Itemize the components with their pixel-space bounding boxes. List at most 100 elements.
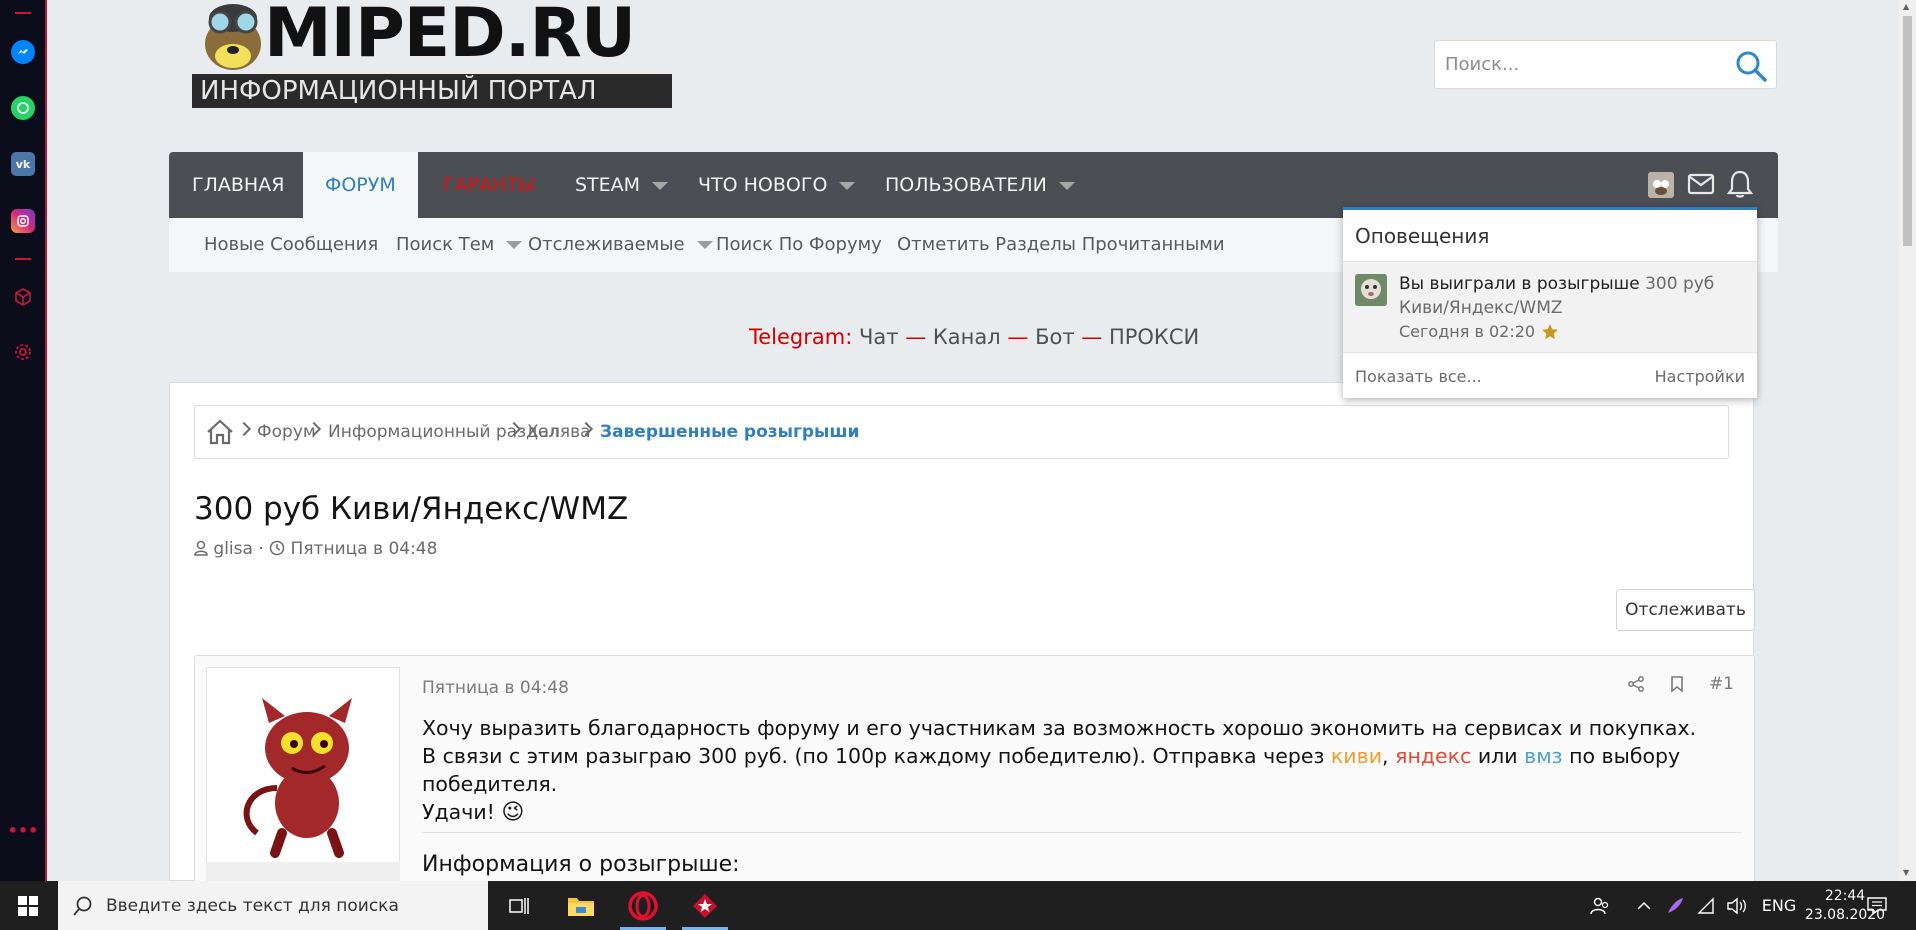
bookmark-icon[interactable] xyxy=(1669,675,1685,693)
post-timestamp[interactable]: Пятница в 04:48 xyxy=(422,678,569,698)
subnav-search-threads-label: Поиск Тем xyxy=(396,234,495,255)
subnav-search-forum[interactable]: Поиск По Форуму xyxy=(716,218,882,272)
mascot-icon xyxy=(205,4,261,70)
telegram-prefix: Telegram: xyxy=(749,325,853,349)
thread-author[interactable]: glisa xyxy=(213,539,253,559)
post-line: Удачи! 😉 xyxy=(422,798,1742,827)
taskbar-file-explorer[interactable] xyxy=(552,881,610,930)
share-icon[interactable] xyxy=(1627,675,1645,693)
notifications-title: Оповещения xyxy=(1355,224,1490,248)
vk-icon[interactable]: vk xyxy=(11,152,35,176)
nav-tab-forum[interactable]: ФОРУМ xyxy=(303,152,418,218)
giveaway-info-heading: Информация о розыгрыше: xyxy=(422,852,740,877)
post-text: Удачи! xyxy=(422,800,495,824)
taskbar-opera[interactable] xyxy=(614,881,672,930)
folder-icon xyxy=(568,897,594,916)
language-indicator[interactable]: ENG xyxy=(1756,881,1802,930)
scroll-down-icon[interactable]: ▼ xyxy=(1903,868,1909,877)
page-title: 300 руб Киви/Яндекс/WMZ xyxy=(194,491,629,527)
opera-icon xyxy=(628,890,658,921)
nav-tab-steam-label: STEAM xyxy=(575,174,641,196)
notification-timestamp: Сегодня в 02:20 xyxy=(1399,322,1536,341)
home-icon[interactable] xyxy=(205,418,235,446)
chevron-right-icon xyxy=(236,421,252,437)
thread-date[interactable]: Пятница в 04:48 xyxy=(291,539,438,559)
post-body: Хочу выразить благодарность форуму и его… xyxy=(422,714,1742,827)
post-line: победителя. xyxy=(422,772,558,796)
settings-gear-icon[interactable] xyxy=(11,340,35,364)
taskbar-pokerstars[interactable] xyxy=(676,881,734,930)
logo-text: MIPED.RU xyxy=(264,0,636,73)
nav-tab-home[interactable]: ГЛАВНАЯ xyxy=(192,152,284,218)
subnav-new-posts[interactable]: Новые Сообщения xyxy=(204,218,378,272)
nav-tab-whats-new[interactable]: ЧТО НОВОГО xyxy=(698,152,856,218)
star-icon[interactable] xyxy=(1541,323,1559,341)
nav-tab-whats-new-label: ЧТО НОВОГО xyxy=(698,174,828,196)
cube-icon[interactable] xyxy=(11,285,35,309)
show-hidden-icons-chevron-icon[interactable] xyxy=(1630,881,1658,930)
feather-app-icon[interactable] xyxy=(1660,881,1690,930)
post-comma: , xyxy=(1382,744,1389,768)
task-view-button[interactable] xyxy=(490,881,548,930)
post-line: Хочу выразить благодарность форуму и его… xyxy=(422,716,1697,740)
sidebar-divider xyxy=(15,258,31,260)
logo-subtitle: ИНФОРМАЦИОННЫЙ ПОРТАЛ xyxy=(192,74,672,108)
sidebar-divider xyxy=(15,12,31,14)
telegram-chat-link[interactable]: Чат xyxy=(859,325,899,349)
wmz-text: вмз xyxy=(1524,744,1563,768)
post-text: по выбору xyxy=(1569,744,1681,768)
follow-button[interactable]: Отслеживать xyxy=(1616,589,1755,631)
post-line: В связи с этим разыграю 300 руб. (по 100… xyxy=(422,742,1742,770)
devil-avatar-image xyxy=(243,698,352,858)
post-number[interactable]: #1 xyxy=(1709,674,1734,694)
yandex-text: яндекс xyxy=(1395,744,1472,768)
start-button[interactable] xyxy=(0,881,56,930)
mail-icon[interactable] xyxy=(1687,172,1715,196)
notification-center-icon[interactable] xyxy=(1860,881,1894,930)
bell-icon[interactable] xyxy=(1726,169,1754,199)
volume-icon[interactable] xyxy=(1722,881,1752,930)
site-logo[interactable]: MIPED.RU ИНФОРМАЦИОННЫЙ ПОРТАЛ xyxy=(192,0,672,110)
more-icon[interactable]: ••• xyxy=(8,818,39,842)
notification-message: Вы выиграли в розыгрыше xyxy=(1399,274,1640,294)
subnav-mark-read[interactable]: Отметить Разделы Прочитанными xyxy=(897,218,1225,272)
telegram-proxy-link[interactable]: ПРОКСИ xyxy=(1109,325,1199,349)
whatsapp-icon[interactable] xyxy=(11,96,35,120)
nav-tab-steam[interactable]: STEAM xyxy=(575,152,669,218)
windows-logo-icon xyxy=(18,895,38,916)
breadcrumb-finished-giveaways[interactable]: Завершенные розыгрыши xyxy=(600,406,859,458)
notification-settings-link[interactable]: Настройки xyxy=(1655,367,1745,386)
site-search xyxy=(1434,40,1777,89)
subnav-watched[interactable]: Отслеживаемые xyxy=(528,218,713,272)
page-scrollbar[interactable]: ▲ ▼ xyxy=(1899,0,1916,881)
nav-tab-users[interactable]: ПОЛЬЗОВАТЕЛИ xyxy=(885,152,1075,218)
notification-avatar[interactable] xyxy=(1355,274,1387,306)
scroll-up-icon[interactable]: ▲ xyxy=(1903,2,1909,11)
pokerstars-icon xyxy=(693,893,717,918)
breadcrumb-forum[interactable]: Форум xyxy=(257,406,316,458)
chevron-down-icon xyxy=(839,181,856,190)
chevron-down-icon xyxy=(1058,181,1075,190)
nav-tab-guarantors[interactable]: ГАРАНТЫ xyxy=(443,152,535,218)
breadcrumb-info-section[interactable]: Информационный раздел xyxy=(328,406,559,458)
instagram-icon[interactable] xyxy=(11,209,35,233)
notification-item[interactable]: Вы выиграли в розыгрыше 300 руб Киви/Янд… xyxy=(1343,261,1757,353)
user-avatar[interactable] xyxy=(1648,172,1674,198)
subnav-watched-label: Отслеживаемые xyxy=(528,234,685,255)
show-all-notifications-link[interactable]: Показать все... xyxy=(1355,367,1482,386)
post-divider xyxy=(422,832,1742,833)
messenger-icon[interactable] xyxy=(11,40,35,64)
telegram-bot-link[interactable]: Бот xyxy=(1035,325,1075,349)
chevron-down-icon xyxy=(506,241,523,249)
wink-emoji-icon: 😉 xyxy=(501,800,525,825)
windows-taskbar: Введите здесь текст для поиска ENG 22:44… xyxy=(0,881,1916,930)
people-icon[interactable] xyxy=(1584,881,1616,930)
search-icon[interactable] xyxy=(1734,49,1768,83)
taskbar-search-box[interactable]: Введите здесь текст для поиска xyxy=(58,881,488,930)
scroll-thumb[interactable] xyxy=(1903,16,1912,246)
wifi-icon[interactable] xyxy=(1692,881,1720,930)
telegram-channel-link[interactable]: Канал xyxy=(933,325,1001,349)
post-text: В связи с этим разыграю 300 руб. (по 100… xyxy=(422,744,1325,768)
subnav-search-threads[interactable]: Поиск Тем xyxy=(396,218,523,272)
search-input[interactable] xyxy=(1445,41,1725,88)
